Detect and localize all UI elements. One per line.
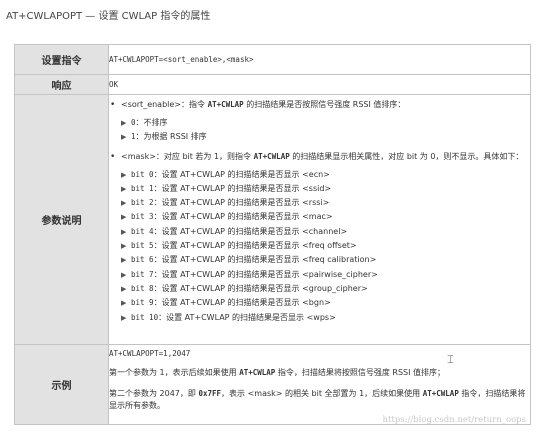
list-item: ▶ bit 1：设置 AT+CWLAP 的扫描结果是否显示 <ssid> [109,182,530,196]
item-text: ：设置 AT+CWLAP 的扫描结果是否显示 <rssi> [153,198,330,208]
item-text: ：设置 AT+CWLAP 的扫描结果是否显示 <ecn> [153,169,330,179]
mask-bit-list: ▶ bit 0：设置 AT+CWLAP 的扫描结果是否显示 <ecn> ▶ bit 1… [109,168,530,325]
triangle-bullet-icon: ▶ [121,270,127,279]
list-item: ▶ bit 4：设置 AT+CWLAP 的扫描结果是否显示 <channel> [109,225,530,239]
example-code: AT+CWLAPOPT=1,2047 [109,349,191,358]
item-text: ：设置 AT+CWLAP 的扫描结果是否显示 <pairwise_cipher> [153,269,378,279]
item-code: bit 5 [131,241,154,251]
item-code: bit 7 [131,269,154,279]
list-item: ▶ bit 2：设置 AT+CWLAP 的扫描结果是否显示 <rssi> [109,196,530,210]
command-table: 设置指令 AT+CWLAPOPT=<sort_enable>,<mask> 响应… [14,44,531,425]
value-example: AT+CWLAPOPT=1,2047 第一个参数为 1，表示后续如果使用 AT+… [108,344,531,425]
text-cursor-icon: ⌶ [447,353,454,366]
value-set-command: AT+CWLAPOPT=<sort_enable>,<mask> [108,44,531,75]
row-set-command: 设置指令 AT+CWLAPOPT=<sort_enable>,<mask> [14,44,531,75]
example-paragraph-1: 第一个参数为 1，表示后续如果使用 AT+CWLAP 指令，扫描结果将按照信号强… [109,368,446,377]
list-item: ▶ bit 7：设置 AT+CWLAP 的扫描结果是否显示 <pairwise_c… [109,268,530,282]
item-text: ：设置 AT+CWLAP 的扫描结果是否显示 <freq offset> [153,241,357,251]
row-parameters: 参数说明 • <sort_enable>：指令 AT+CWLAP 的扫描结果是否… [14,94,531,345]
item-text: ：设置 AT+CWLAP 的扫描结果是否显示 <ssid> [153,183,332,193]
item-code: bit 2 [131,198,154,208]
bullet-icon: • [110,151,116,162]
triangle-bullet-icon: ▶ [121,227,127,236]
set-command-text: AT+CWLAPOPT=<sort_enable>,<mask> [109,55,254,64]
list-item: ▶ bit 6：设置 AT+CWLAP 的扫描结果是否显示 <freq calib… [109,253,530,267]
item-text: ：不排序 [135,118,168,127]
sort-enable-options: ▶ 0：不排序 ▶ 1：为根据 RSSI 排序 [109,116,530,145]
list-item: ▶ bit 9：设置 AT+CWLAP 的扫描结果是否显示 <bgn> [109,296,530,310]
item-code: bit 6 [131,255,154,265]
list-item: ▶ bit 5：设置 AT+CWLAP 的扫描结果是否显示 <freq offse… [109,239,530,253]
item-code: bit 1 [131,183,154,193]
item-text: ：设置 AT+CWLAP 的扫描结果是否显示 <channel> [153,226,348,236]
item-text: ：设置 AT+CWLAP 的扫描结果是否显示 <group_cipher> [153,283,368,293]
sort-enable-description: • <sort_enable>：指令 AT+CWLAP 的扫描结果是否按照信号强… [110,100,406,110]
list-item: ▶ 0：不排序 [109,116,530,130]
label-example: 示例 [14,344,109,425]
list-item: ▶ bit 0：设置 AT+CWLAP 的扫描结果是否显示 <ecn> [109,168,530,182]
triangle-bullet-icon: ▶ [121,299,127,308]
triangle-bullet-icon: ▶ [121,133,127,142]
value-response: OK [108,74,531,95]
triangle-bullet-icon: ▶ [121,284,127,293]
triangle-bullet-icon: ▶ [121,256,127,265]
label-set-command: 设置指令 [14,44,109,75]
row-response: 响应 OK [14,74,531,95]
mask-description: • <mask>：对应 bit 若为 1，则指令 AT+CWLAP 的扫描结果显… [110,151,524,162]
item-code: bit 10 [131,312,159,322]
label-parameters: 参数说明 [14,94,109,345]
value-parameters: • <sort_enable>：指令 AT+CWLAP 的扫描结果是否按照信号强… [108,94,531,345]
list-item: ▶ bit 10：设置 AT+CWLAP 的扫描结果是否显示 <wps> [109,311,530,325]
response-text: OK [109,80,119,89]
label-response: 响应 [14,74,109,95]
page-title: AT+CWLAPOPT — 设置 CWLAP 指令的属性 [6,11,211,22]
watermark: https://blog.csdn.net/return_oops [382,415,526,425]
item-text: ：为根据 RSSI 排序 [135,132,207,142]
list-item: ▶ bit 8：设置 AT+CWLAP 的扫描结果是否显示 <group_ciph… [109,282,530,296]
item-code: bit 4 [131,226,154,236]
item-code: bit 3 [131,212,154,222]
triangle-bullet-icon: ▶ [121,119,127,127]
list-item: ▶ 1：为根据 RSSI 排序 [109,130,530,144]
item-code: bit 0 [131,169,154,179]
list-item: ▶ bit 3：设置 AT+CWLAP 的扫描结果是否显示 <mac> [109,210,530,224]
item-code: bit 9 [131,298,154,308]
example-paragraph-2: 第二个参数为 2047，即 0x7FF，表示 <mask> 的相关 bit 全部… [109,389,526,410]
item-text: ：设置 AT+CWLAP 的扫描结果是否显示 <wps> [158,312,336,322]
item-text: ：设置 AT+CWLAP 的扫描结果是否显示 <bgn> [153,298,331,308]
triangle-bullet-icon: ▶ [121,213,127,222]
item-text: ：设置 AT+CWLAP 的扫描结果是否显示 <freq calibration… [153,255,377,265]
triangle-bullet-icon: ▶ [121,199,127,208]
triangle-bullet-icon: ▶ [121,184,127,193]
triangle-bullet-icon: ▶ [121,242,127,251]
item-text: ：设置 AT+CWLAP 的扫描结果是否显示 <mac> [153,212,333,222]
triangle-bullet-icon: ▶ [121,313,127,322]
triangle-bullet-icon: ▶ [121,170,127,179]
bullet-icon: • [110,100,116,110]
item-code: bit 8 [131,283,154,293]
